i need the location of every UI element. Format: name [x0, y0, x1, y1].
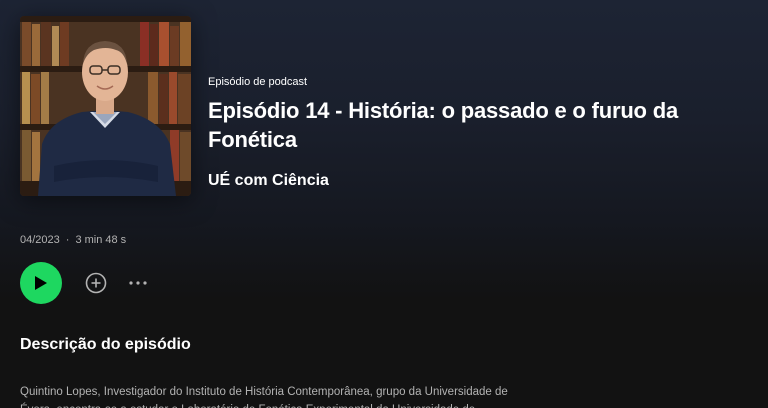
show-name-link[interactable]: UÉ com Ciência [208, 172, 329, 190]
release-date: 04/2023 [20, 234, 60, 246]
episode-title: Episódio 14 - História: o passado e o fu… [208, 98, 678, 152]
episode-cover-image [20, 16, 191, 196]
play-button[interactable] [20, 262, 62, 304]
more-options-button[interactable] [126, 271, 150, 295]
play-icon [35, 276, 47, 290]
add-circle-icon [85, 272, 107, 294]
content-type-label: Episódio de podcast [208, 76, 308, 88]
episode-duration: 3 min 48 s [75, 234, 127, 246]
description-heading: Descrição do episódio [20, 336, 191, 353]
episode-meta: 04/2023 · 3 min 48 s [20, 234, 126, 246]
add-to-library-button[interactable] [84, 271, 108, 295]
episode-controls [20, 262, 150, 304]
meta-separator: · [65, 234, 70, 246]
episode-page: Episódio de podcast Episódio 14 - Histór… [0, 0, 768, 408]
episode-description: Quintino Lopes, Investigador do Institut… [20, 386, 508, 408]
more-horizontal-icon [129, 281, 147, 285]
